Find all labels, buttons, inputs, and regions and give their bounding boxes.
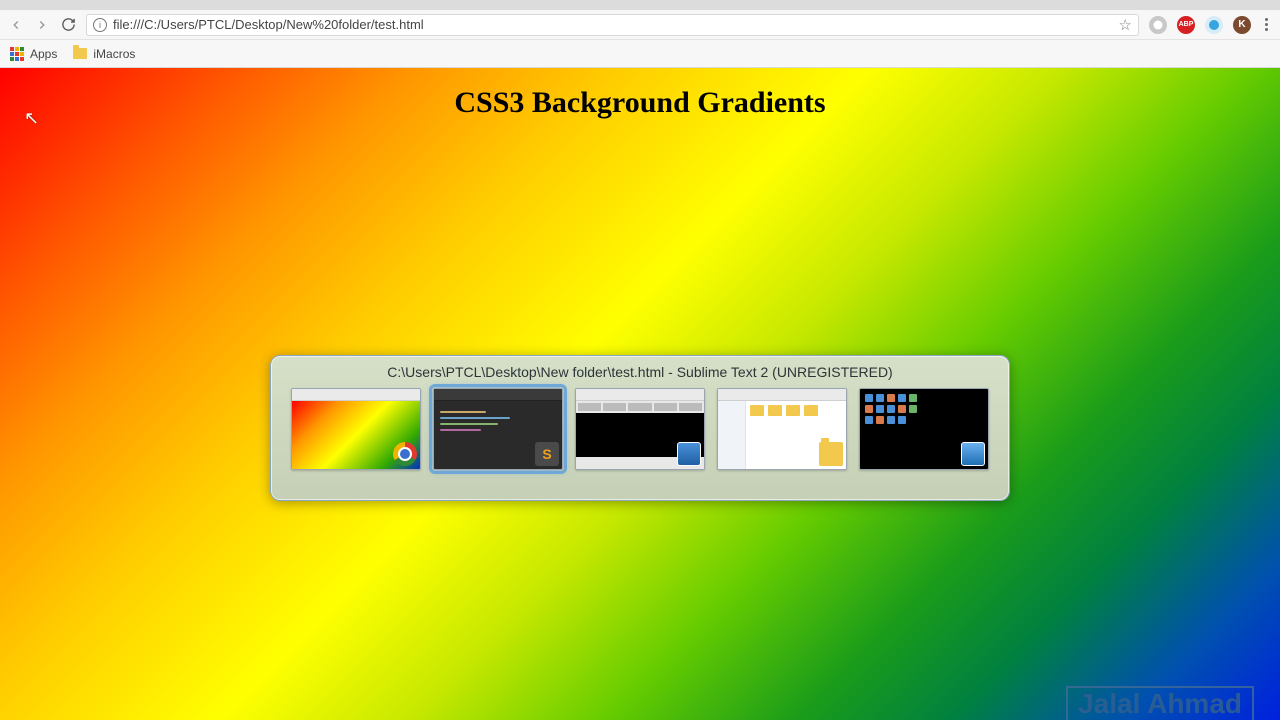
alt-tab-item-media-player[interactable] — [575, 388, 705, 470]
browser-menu-button[interactable] — [1261, 18, 1272, 31]
bookmark-apps[interactable]: Apps — [10, 47, 57, 61]
alt-tab-switcher: C:\Users\PTCL\Desktop\New folder\test.ht… — [270, 355, 1010, 501]
bookmarks-bar: Apps iMacros — [0, 40, 1280, 68]
browser-toolbar: i ☆ ABP K — [0, 10, 1280, 40]
page-content: CSS3 Background Gradients ↖ C:\Users\PTC… — [0, 68, 1280, 720]
alt-tab-thumbnails: S — [283, 388, 997, 470]
alt-tab-title: C:\Users\PTCL\Desktop\New folder\test.ht… — [283, 364, 997, 380]
desktop-icon — [961, 442, 985, 466]
reload-button[interactable] — [60, 17, 76, 33]
extension-profile-icon[interactable]: K — [1233, 16, 1251, 34]
bookmark-label: Apps — [30, 47, 57, 61]
folder-icon — [819, 442, 843, 466]
bookmark-imacros[interactable]: iMacros — [73, 47, 135, 61]
extension-icon-1[interactable] — [1149, 16, 1167, 34]
alt-tab-item-explorer[interactable] — [717, 388, 847, 470]
extension-abp-icon[interactable]: ABP — [1177, 16, 1195, 34]
folder-icon — [73, 48, 87, 59]
bookmark-star-icon[interactable]: ☆ — [1119, 16, 1132, 34]
url-input[interactable] — [113, 17, 1113, 32]
alt-tab-item-chrome[interactable] — [291, 388, 421, 470]
extension-skype-icon[interactable] — [1205, 16, 1223, 34]
back-button — [8, 17, 24, 33]
bookmark-label: iMacros — [93, 47, 135, 61]
media-icon — [677, 442, 701, 466]
chrome-icon — [393, 442, 417, 466]
forward-button — [34, 17, 50, 33]
browser-tab-strip — [0, 0, 1280, 10]
apps-icon — [10, 47, 24, 61]
address-bar[interactable]: i ☆ — [86, 14, 1139, 36]
page-heading: CSS3 Background Gradients — [0, 68, 1280, 120]
watermark-text: Jalal Ahmad — [1066, 686, 1254, 720]
site-info-icon[interactable]: i — [93, 18, 107, 32]
alt-tab-item-desktop[interactable] — [859, 388, 989, 470]
sublime-icon: S — [535, 442, 559, 466]
alt-tab-item-sublime[interactable]: S — [433, 388, 563, 470]
